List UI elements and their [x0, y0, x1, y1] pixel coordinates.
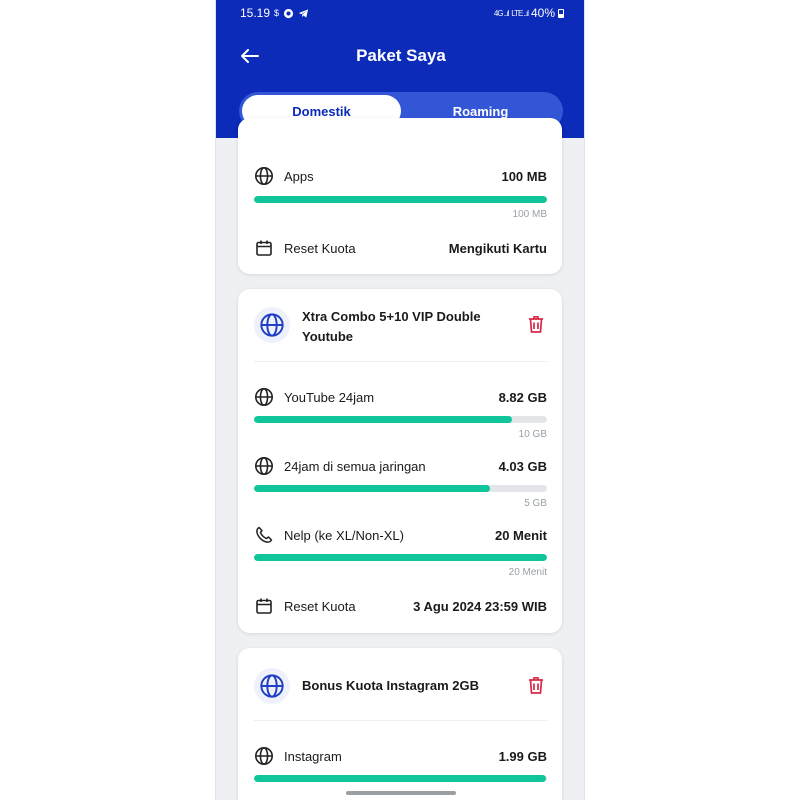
reset-label: Reset Kuota: [284, 598, 356, 614]
package-header: Xtra Combo 5+10 VIP Double Youtube: [254, 307, 547, 347]
globe-icon: [260, 674, 284, 698]
quota-row: 24jam di semua jaringan 4.03 GB: [254, 456, 547, 476]
globe-icon: [260, 313, 284, 337]
quota-progress-bar: [254, 196, 547, 203]
quota-remaining: 100 MB: [501, 168, 547, 184]
quota-total: 5 GB: [524, 498, 547, 509]
package-card: Bonus Kuota Instagram 2GB Instagram 1.99…: [238, 648, 562, 800]
quota-remaining: 8.82 GB: [498, 389, 547, 405]
telegram-icon: [298, 8, 309, 18]
quota-total: 20 Menit: [508, 567, 547, 578]
quota-label: YouTube 24jam: [284, 389, 375, 405]
quota-progress-fill: [254, 485, 491, 492]
package-name: Bonus Kuota Instagram 2GB: [302, 678, 479, 693]
status-bar-right: 4G ..ıl LTE ..ıl 40%: [494, 6, 564, 20]
reset-label: Reset Kuota: [284, 240, 356, 256]
status-bar-left: 15.19 $: [240, 6, 309, 20]
reset-row: Reset Kuota 3 Agu 2024 23:59 WIB: [254, 596, 547, 616]
quota-remaining: 1.99 GB: [498, 748, 547, 764]
battery-percent: 40%: [530, 6, 555, 20]
notification-icon: $: [274, 8, 280, 18]
reset-value: 3 Agu 2024 23:59 WIB: [413, 598, 547, 614]
package-card: Apps 100 MB 100 MB Reset Kuota Mengikuti…: [238, 118, 562, 274]
package-card: Xtra Combo 5+10 VIP Double Youtube YouTu…: [238, 289, 562, 633]
quota-progress-fill: [254, 196, 547, 203]
package-name: Xtra Combo 5+10 VIP Double Youtube: [302, 309, 481, 344]
quota-label: Nelp (ke XL/Non-XL): [284, 527, 404, 543]
battery-icon: [558, 8, 564, 18]
globe-icon: [255, 457, 273, 475]
divider: [254, 361, 547, 362]
quota-label: Instagram: [284, 748, 342, 764]
package-icon-badge: [254, 307, 290, 343]
quota-progress-fill: [254, 554, 547, 561]
quota-row: YouTube 24jam 8.82 GB: [254, 387, 547, 407]
quota-total: 10 GB: [518, 429, 547, 440]
quota-progress-fill: [254, 775, 546, 782]
quota-progress-bar: [254, 775, 547, 782]
package-icon-badge: [254, 668, 290, 704]
quota-progress-bar: [254, 485, 547, 492]
calendar-icon: [256, 240, 272, 256]
reset-row: Reset Kuota Mengikuti Kartu: [254, 238, 547, 258]
quota-label: Apps: [284, 168, 314, 184]
quota-row: Instagram 1.99 GB: [254, 746, 547, 766]
home-indicator[interactable]: [346, 791, 456, 795]
delete-trash-icon[interactable]: [525, 674, 547, 696]
delete-trash-icon[interactable]: [525, 313, 547, 335]
status-time: 15.19: [240, 6, 271, 20]
phone-screen: 15.19 $ 4G ..ıl LTE ..ıl 40% Paket Saya …: [215, 0, 585, 800]
quota-progress-fill: [254, 416, 513, 423]
quota-row: Apps 100 MB: [254, 166, 547, 186]
quota-total: 100 MB: [512, 209, 547, 220]
network-volte-icon: LTE ..ıl: [511, 8, 529, 18]
globe-icon: [255, 747, 273, 765]
phone-icon: [256, 526, 273, 543]
network-4g-icon: 4G ..ıl: [493, 8, 509, 18]
package-header: Bonus Kuota Instagram 2GB: [254, 668, 547, 704]
quota-remaining: 20 Menit: [494, 527, 547, 543]
quota-remaining: 4.03 GB: [498, 458, 547, 474]
quota-progress-bar: [254, 554, 547, 561]
page-title: Paket Saya: [356, 46, 446, 65]
quota-row: Nelp (ke XL/Non-XL) 20 Menit: [254, 525, 547, 545]
calendar-icon: [256, 598, 272, 614]
messenger-icon: [283, 8, 294, 18]
globe-icon: [255, 167, 273, 185]
quota-label: 24jam di semua jaringan: [284, 458, 426, 474]
divider: [254, 720, 547, 721]
quota-progress-bar: [254, 416, 547, 423]
reset-value: Mengikuti Kartu: [448, 240, 547, 256]
globe-icon: [255, 388, 273, 406]
